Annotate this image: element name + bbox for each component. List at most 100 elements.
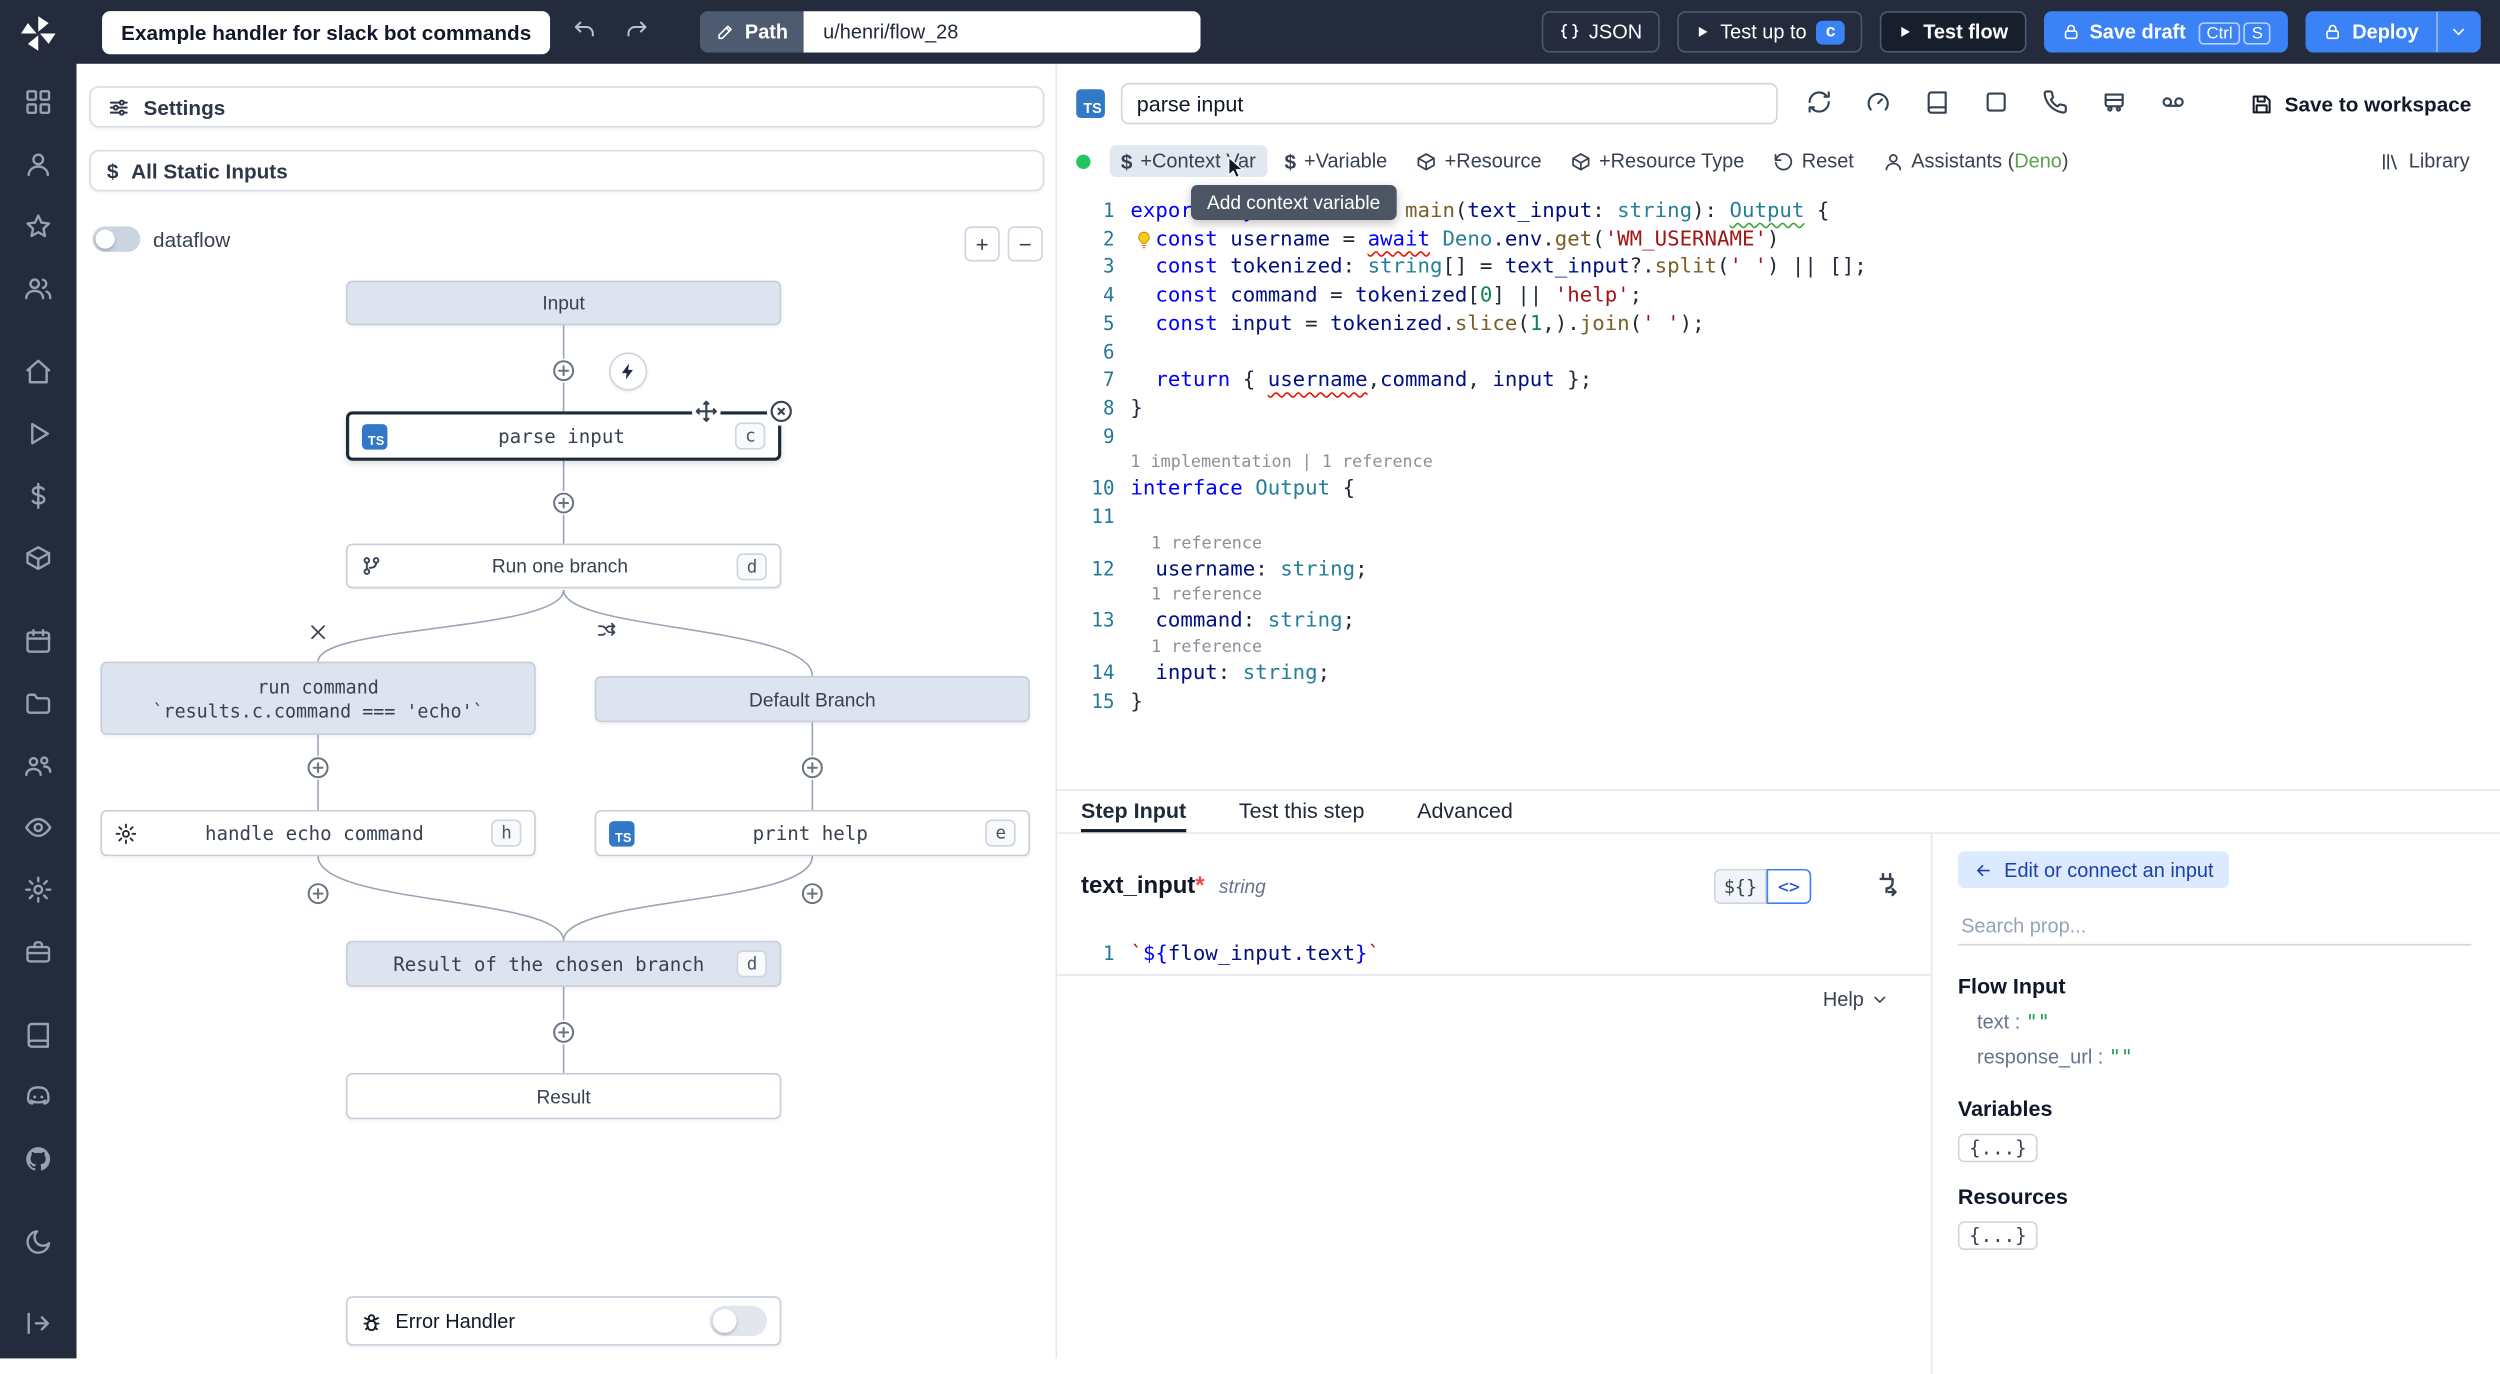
path-input[interactable]: u/henri/flow_28 <box>804 11 1202 53</box>
tab-step-input[interactable]: Step Input <box>1080 791 1187 833</box>
sidebar-item-boxes[interactable] <box>13 539 64 577</box>
reset-button[interactable]: Reset <box>1762 145 1865 177</box>
branch-split-icon[interactable] <box>594 618 619 643</box>
node-print-help[interactable]: TS print help e <box>594 809 1030 857</box>
sidebar-item-toolbox[interactable] <box>13 933 64 971</box>
node-run-one-branch[interactable]: Run one branch d <box>345 543 782 589</box>
node-branch-run-command[interactable]: run command `results.c.command === 'echo… <box>100 661 536 736</box>
add-variable-button[interactable]: $ +Variable <box>1273 145 1398 177</box>
deploy-menu-button[interactable] <box>2436 11 2481 53</box>
sidebar-item-home[interactable] <box>13 352 64 390</box>
code-lens[interactable]: 1 reference <box>1057 636 2500 660</box>
line-number: 3 <box>1102 255 1115 279</box>
node-error-handler[interactable]: Error Handler <box>345 1296 782 1346</box>
sidebar-item-users[interactable] <box>13 269 64 307</box>
search-prop-input[interactable] <box>1957 908 2472 946</box>
insert-step-button[interactable] <box>551 491 576 515</box>
save-to-workspace-button[interactable]: Save to workspace <box>2240 90 2481 117</box>
flow-canvas[interactable]: Input TS parse input c Run one branch d … <box>77 64 1056 1359</box>
metrics-button[interactable] <box>1865 88 1891 118</box>
connect-input-button[interactable] <box>1867 869 1908 904</box>
insert-step-button[interactable] <box>551 1020 576 1045</box>
flow-input-prop[interactable]: text : "" <box>1958 1009 2475 1033</box>
phone-button[interactable] <box>2042 88 2068 118</box>
sidebar-item-user[interactable] <box>13 145 64 183</box>
step-id-badge: e <box>985 819 1016 847</box>
tab-advanced[interactable]: Advanced <box>1417 791 1513 832</box>
code-editor[interactable]: 1export async function main(text_input: … <box>1057 187 2500 790</box>
vehicle-button[interactable] <box>2101 88 2127 118</box>
sidebar-expand-button[interactable] <box>13 1304 64 1342</box>
library-button[interactable]: Library <box>2369 145 2481 177</box>
sidebar-item-github[interactable] <box>13 1140 64 1178</box>
insert-step-button[interactable] <box>306 755 331 780</box>
code-lens[interactable]: 1 implementation | 1 reference <box>1057 452 2500 476</box>
diff-button[interactable] <box>1806 88 1832 118</box>
sidebar-item-gear[interactable] <box>13 871 64 909</box>
tab-test-this-step[interactable]: Test this step <box>1239 791 1365 832</box>
insert-step-button[interactable] <box>800 881 825 906</box>
sidebar-item-play[interactable] <box>13 415 64 453</box>
gear-icon <box>115 822 137 844</box>
insert-step-button[interactable] <box>800 755 825 780</box>
sidebar-item-folder[interactable] <box>13 684 64 722</box>
code-line: 13 command: string; <box>1057 608 2500 636</box>
error-handler-toggle[interactable] <box>709 1305 767 1337</box>
insert-step-button[interactable] <box>306 881 331 906</box>
assistants-button[interactable]: Assistants (Deno) <box>1871 145 2079 177</box>
trigger-button[interactable] <box>609 352 648 391</box>
line-number: 11 <box>1091 505 1115 528</box>
json-button[interactable]: JSON <box>1541 11 1660 53</box>
delete-step-button[interactable] <box>766 397 796 426</box>
remove-branch-button[interactable] <box>306 620 331 645</box>
code-mode-button[interactable]: <> <box>1766 868 1812 905</box>
sidebar-item-discord[interactable] <box>13 1078 64 1116</box>
sidebar-item-dollar[interactable] <box>13 477 64 515</box>
moon-icon <box>24 1228 53 1257</box>
line-number: 1 <box>1102 942 1115 965</box>
chevron-down-icon <box>2449 22 2468 41</box>
sidebar-item-moon[interactable] <box>13 1223 64 1261</box>
variables-object-chip[interactable]: {...} <box>1957 1133 2038 1163</box>
template-mode-button[interactable]: ${} <box>1714 868 1767 905</box>
expression-editor[interactable]: 1 `${flow_input.text}` <box>1057 933 1931 976</box>
quickfix-lightbulb-icon[interactable] <box>1134 229 1155 250</box>
windmill-logo-icon[interactable] <box>18 13 59 54</box>
code-line: 12 username: string; <box>1057 556 2500 584</box>
help-button[interactable]: Help <box>1813 987 1899 1013</box>
window-button[interactable] <box>1983 88 2009 118</box>
node-default-branch[interactable]: Default Branch <box>594 676 1030 723</box>
voicemail-button[interactable] <box>2160 88 2186 118</box>
edit-or-connect-button[interactable]: Edit or connect an input <box>1957 851 2230 889</box>
add-resource-type-button[interactable]: +Resource Type <box>1559 145 1755 177</box>
step-name-input[interactable] <box>1120 82 1778 125</box>
docs-button[interactable] <box>1924 88 1950 118</box>
sidebar-item-eye[interactable] <box>13 808 64 846</box>
test-up-to-button[interactable]: Test up to c <box>1677 11 1863 53</box>
insert-step-button[interactable] <box>551 358 576 383</box>
sidebar-item-star[interactable] <box>13 207 64 245</box>
step-id-badge: d <box>737 950 767 978</box>
flow-title[interactable]: Example handler for slack bot commands <box>102 10 551 54</box>
move-step-handle[interactable] <box>691 397 721 426</box>
sidebar-item-book[interactable] <box>13 1016 64 1054</box>
deploy-button[interactable]: Deploy <box>2305 11 2437 53</box>
redo-button[interactable] <box>619 11 656 52</box>
undo-button[interactable] <box>566 11 603 52</box>
sidebar-item-calendar[interactable] <box>13 622 64 660</box>
node-result[interactable]: Result <box>345 1073 782 1120</box>
node-result-of-chosen-branch[interactable]: Result of the chosen branch d <box>345 940 782 987</box>
path-button[interactable]: Path <box>700 11 805 53</box>
node-handle-echo-command[interactable]: handle echo command h <box>100 809 536 857</box>
flow-input-prop[interactable]: response_url : "" <box>1958 1044 2475 1068</box>
node-input[interactable]: Input <box>345 280 782 326</box>
sidebar-item-user-group[interactable] <box>13 746 64 784</box>
add-resource-button[interactable]: +Resource <box>1405 145 1553 177</box>
discord-icon <box>24 1083 53 1112</box>
test-flow-button[interactable]: Test flow <box>1880 11 2026 53</box>
code-lens[interactable]: 1 reference <box>1057 532 2500 556</box>
code-lens[interactable]: 1 reference <box>1057 584 2500 608</box>
sidebar-item-grid[interactable] <box>13 83 64 121</box>
save-draft-button[interactable]: Save draft Ctrl S <box>2043 11 2289 53</box>
resources-object-chip[interactable]: {...} <box>1957 1221 2038 1251</box>
